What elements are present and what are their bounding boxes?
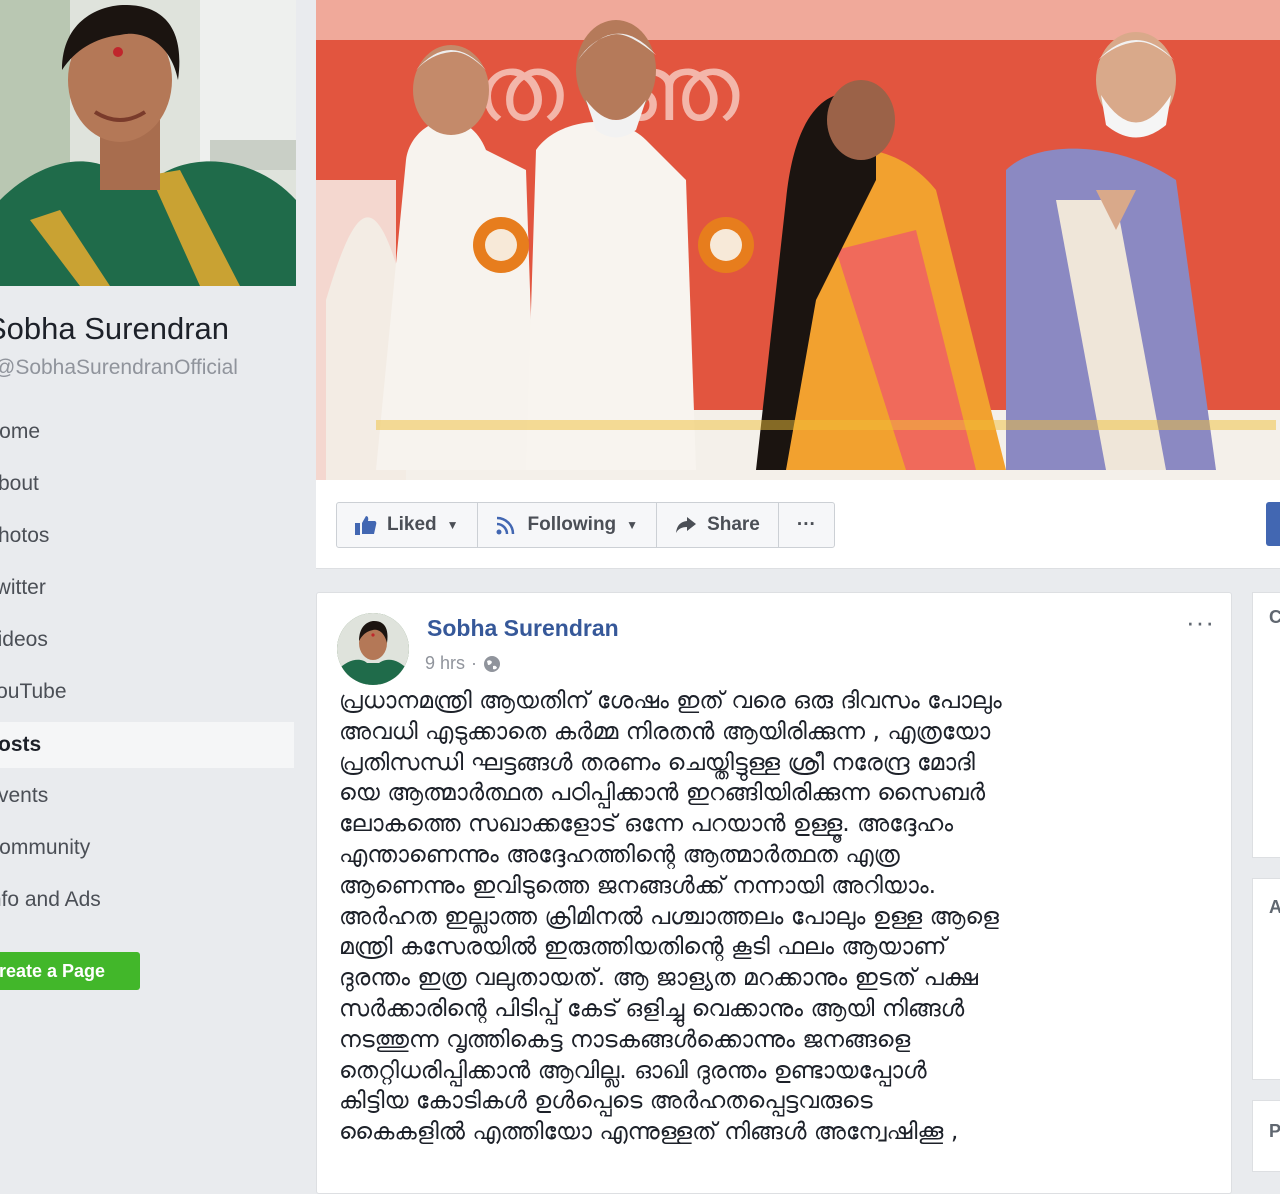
- share-arrow-icon: [676, 517, 697, 533]
- post-text-line: യെ ആത്മാർത്ഥത പഠിപ്പിക്കാൻ ഇറങ്ങിയിരിക്ക…: [339, 778, 986, 807]
- cover-photo-illustration: ത ഞ റ: [316, 0, 1280, 480]
- page-nav: Home About Photos Twitter Videos YouTube…: [0, 410, 294, 930]
- post-text-line: ദുരന്തം ഇത്ര വലുതായത്. ആ ജാള്യത മറക്കാനു…: [339, 963, 979, 992]
- avatar-illustration: [337, 613, 409, 685]
- page-name[interactable]: Sobha Surendran: [0, 311, 229, 347]
- post-card: Sobha Surendran 9 hrs · ··· പ്രധാനമന്ത്ര…: [316, 592, 1232, 1194]
- post-options-menu[interactable]: ···: [1186, 607, 1215, 638]
- post-text-line: മന്ത്രി കസേരയിൽ ഇരുത്തിയതിന്റെ കൂടി ഫലം …: [339, 932, 947, 961]
- share-label: Share: [707, 514, 760, 535]
- following-button[interactable]: Following ▼: [478, 503, 658, 547]
- more-dots-icon: ···: [796, 514, 816, 535]
- more-options-button[interactable]: ···: [779, 503, 834, 547]
- left-column: Sobha Surendran @SobhaSurendranOfficial …: [0, 0, 300, 1165]
- nav-item-community[interactable]: Community: [0, 826, 294, 878]
- share-button[interactable]: Share: [657, 503, 779, 547]
- svg-text:ത: ത: [476, 35, 564, 142]
- nav-item-posts[interactable]: Posts: [0, 722, 294, 768]
- nav-item-youtube[interactable]: YouTube: [0, 670, 294, 722]
- chevron-down-icon: ▼: [446, 518, 459, 532]
- card-heading-fragment: P: [1269, 1121, 1280, 1141]
- create-page-button[interactable]: Create a Page: [0, 952, 140, 990]
- post-timestamp[interactable]: 9 hrs ·: [425, 653, 501, 674]
- post-time-label: 9 hrs: [425, 653, 466, 673]
- liked-label: Liked: [387, 514, 437, 535]
- post-text-line: സർക്കാരിന്റെ പിടിപ്പ് കേട് ഒളിച്ചു വെക്ക…: [339, 993, 965, 1022]
- rss-icon: [496, 516, 514, 535]
- separator-dot: ·: [471, 653, 478, 673]
- post-text-line: അവധി എടുക്കാതെ കർമ്മ നിരതൻ ആയിരിക്കുന്ന …: [339, 716, 991, 745]
- right-sidebar-card: P: [1252, 1100, 1280, 1172]
- profile-picture[interactable]: [0, 0, 296, 286]
- nav-item-about[interactable]: About: [0, 462, 294, 514]
- card-heading-fragment: C: [1269, 607, 1280, 627]
- globe-icon: [484, 655, 501, 672]
- right-sidebar-card: A: [1252, 878, 1280, 1080]
- post-text: പ്രധാനമന്ത്രി ആയതിന് ശേഷം ഇത് വരെ ഒരു ദി…: [339, 685, 1209, 1147]
- cover-photo[interactable]: ത ഞ റ: [316, 0, 1280, 480]
- post-text-line: അർഹത ഇല്ലാത്ത ക്രിമിനൽ പശ്ചാത്തലം പോലും …: [339, 901, 999, 930]
- nav-item-videos[interactable]: Videos: [0, 618, 294, 670]
- nav-item-events[interactable]: Events: [0, 774, 294, 826]
- post-text-line: പ്രധാനമന്ത്രി ആയതിന് ശേഷം ഇത് വരെ ഒരു ദി…: [339, 686, 1002, 714]
- nav-item-info-and-ads[interactable]: Info and Ads: [0, 878, 294, 930]
- profile-photo-illustration: [0, 0, 296, 286]
- right-sidebar-card: C: [1252, 592, 1280, 858]
- post-author[interactable]: Sobha Surendran: [427, 615, 619, 642]
- chevron-down-icon: ▼: [626, 518, 639, 532]
- page-handle[interactable]: @SobhaSurendranOfficial: [0, 356, 238, 380]
- post-text-line: കൈകളിൽ എത്തിയോ എന്നുള്ളത് നിങ്ങൾ അന്വേഷി…: [339, 1117, 959, 1146]
- card-heading-fragment: A: [1269, 897, 1280, 917]
- thumbs-up-icon: [355, 516, 377, 535]
- message-button-edge[interactable]: [1266, 502, 1280, 546]
- action-button-group: Liked ▼ Following ▼ Share ···: [336, 502, 835, 548]
- nav-item-home[interactable]: Home: [0, 410, 294, 462]
- nav-item-photos[interactable]: Photos: [0, 514, 294, 566]
- page-action-bar: Liked ▼ Following ▼ Share ···: [316, 480, 1280, 569]
- post-text-line: പ്രതിസന്ധി ഘട്ടങ്ങൾ തരണം ചെയ്തിട്ടുള്ള ശ…: [339, 747, 975, 776]
- avatar[interactable]: [337, 613, 409, 685]
- post-text-line: കിട്ടിയ കോടികൾ ഉൾപ്പെടെ അർഹതപ്പെട്ടവരുടെ: [339, 1086, 873, 1115]
- nav-item-twitter[interactable]: Twitter: [0, 566, 294, 618]
- post-text-line: തെറ്റിധരിപ്പിക്കാൻ ആവില്ല. ഓഖി ദുരന്തം ഉ…: [339, 1055, 927, 1084]
- following-label: Following: [527, 514, 617, 535]
- post-text-line: ലോകത്തെ സഖാക്കളോട് ഒന്നേ പറയാൻ ഉള്ളൂ. അദ…: [339, 809, 954, 838]
- post-text-line: നടത്തുന്ന വൃത്തികെട്ട നാടകങ്ങൾക്കൊന്നും …: [339, 1024, 911, 1053]
- liked-button[interactable]: Liked ▼: [337, 503, 478, 547]
- post-text-line: ആണെന്നും ഇവിടുത്തെ ജനങ്ങൾക്ക് നന്നായി അറ…: [339, 870, 937, 899]
- post-text-line: എന്താണെന്നും അദ്ദേഹത്തിന്റെ ആത്മാർത്ഥത എ…: [339, 839, 900, 868]
